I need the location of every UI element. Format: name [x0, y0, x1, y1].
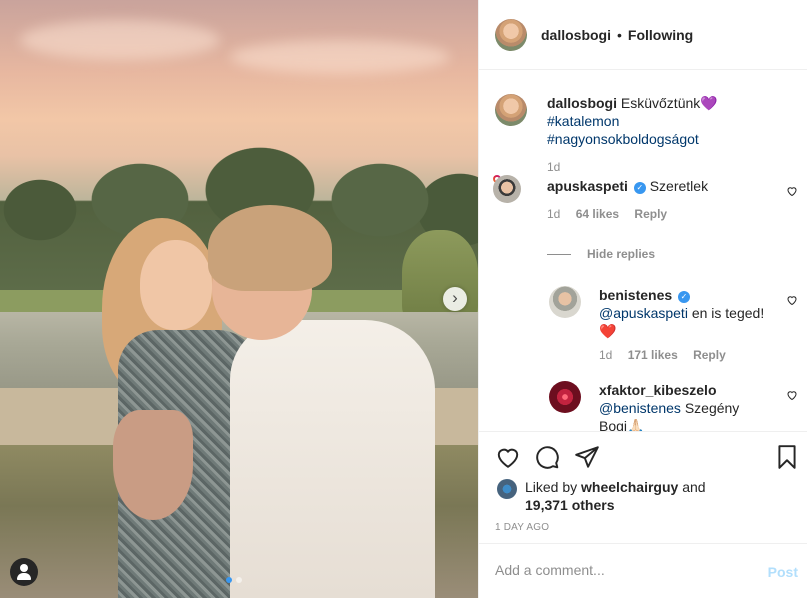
separator-dot: •	[617, 26, 622, 43]
follow-status-button[interactable]: Following	[628, 27, 693, 43]
man-shirt	[230, 320, 435, 598]
user-icon-body	[17, 573, 31, 580]
liker-avatar[interactable]	[497, 479, 517, 499]
reply-text: en is teged!	[691, 305, 765, 321]
caption-body: dallosbogi Esküvőztünk💜#katalemon #nagyo…	[547, 94, 776, 176]
like-heart-icon[interactable]	[495, 444, 521, 470]
author-avatar[interactable]	[495, 18, 527, 51]
carousel-dot	[236, 577, 242, 583]
liker-username[interactable]: wheelchairguy	[581, 479, 678, 495]
comment-username[interactable]: apuskaspeti	[547, 178, 628, 194]
post-side-panel: dallosbogi • Following dallosbogi Esküvő…	[478, 0, 807, 598]
reply-button[interactable]: Reply	[693, 348, 726, 362]
likes-text: Liked by wheelchairguy and 19,371 others	[525, 478, 706, 514]
comment-body: apuskaspeti ✓ Szeretlek 1d 64 likes Repl…	[547, 177, 776, 223]
action-icons	[495, 444, 796, 470]
caption-meta: 1d	[547, 158, 776, 176]
comment-text: Szeretlek	[649, 178, 709, 194]
post-photo[interactable]: ›	[0, 0, 478, 598]
share-paper-plane-icon[interactable]	[574, 444, 600, 470]
post-comment-button[interactable]: Post	[768, 564, 798, 580]
like-reply-heart-icon[interactable]	[786, 294, 798, 306]
reply-text-continued: Bogi🙏🏻	[599, 418, 645, 431]
caption-username[interactable]: dallosbogi	[547, 95, 617, 111]
red-heart-emoji: ❤️	[599, 323, 617, 339]
comment-age[interactable]: 1d	[547, 207, 560, 221]
comment-bubble-icon[interactable]	[534, 444, 560, 470]
add-comment-input[interactable]	[495, 562, 745, 578]
woman-face	[140, 240, 212, 330]
commenter-avatar[interactable]	[549, 381, 581, 413]
reply-text: Szegény	[684, 400, 740, 416]
like-comment-heart-icon[interactable]	[786, 185, 798, 197]
comment-meta: 1d 64 likes Reply	[547, 205, 776, 223]
next-photo-button[interactable]: ›	[443, 287, 467, 311]
tagged-users-button[interactable]	[10, 558, 38, 586]
hide-replies-line	[547, 253, 571, 255]
reply-body: benistenes ✓ @apuskaspeti en is teged! ❤…	[599, 286, 776, 364]
likes-others-link[interactable]: 19,371 others	[525, 497, 615, 513]
add-comment-bar: Post	[479, 543, 807, 598]
hide-replies-label: Hide replies	[587, 247, 656, 261]
likes-joiner: and	[682, 479, 706, 495]
mention-link[interactable]: @benistenes	[599, 400, 681, 416]
caption-text: Esküvőztünk💜	[620, 95, 718, 111]
like-reply-heart-icon[interactable]	[786, 389, 798, 401]
reply-meta: 1d 171 likes Reply	[599, 346, 776, 364]
man-hair	[208, 205, 332, 291]
reply-button[interactable]: Reply	[634, 207, 667, 221]
carousel-indicator	[226, 577, 242, 583]
story-ring-inner	[493, 175, 521, 203]
cloud	[230, 40, 450, 74]
mention-link[interactable]: @apuskaspeti	[599, 305, 688, 321]
comment-likes[interactable]: 64 likes	[576, 207, 619, 221]
carousel-dot-active	[226, 577, 232, 583]
verified-badge-icon: ✓	[633, 182, 646, 194]
reply-body: xfaktor_kibeszelo @benistenes Szegény Bo…	[599, 381, 776, 431]
commenter-avatar[interactable]	[549, 286, 581, 318]
post-timestamp[interactable]: 1 DAY AGO	[495, 522, 549, 533]
story-ring[interactable]	[493, 175, 521, 203]
hashtag-link[interactable]: #katalemon	[547, 113, 619, 129]
user-icon-head	[20, 564, 28, 572]
post-actions: Liked by wheelchairguy and 19,371 others…	[479, 431, 807, 533]
willow-tree	[402, 230, 478, 325]
caption-age[interactable]: 1d	[547, 160, 560, 174]
reply-username[interactable]: benistenes	[599, 287, 672, 303]
reply-age[interactable]: 1d	[599, 348, 612, 362]
hide-replies-button[interactable]: Hide replies	[547, 247, 655, 261]
commenter-avatar	[493, 175, 521, 203]
caption-avatar[interactable]	[495, 94, 527, 126]
comments-list[interactable]: dallosbogi Esküvőztünk💜#katalemon #nagyo…	[479, 71, 807, 431]
likes-summary: Liked by wheelchairguy and 19,371 others	[497, 478, 706, 514]
hashtag-link[interactable]: #nagyonsokboldogságot	[547, 131, 699, 147]
save-bookmark-icon[interactable]	[774, 444, 800, 470]
likes-prefix: Liked by	[525, 479, 578, 495]
reply-username[interactable]: xfaktor_kibeszelo	[599, 382, 717, 398]
post-header: dallosbogi • Following	[479, 0, 807, 70]
author-username[interactable]: dallosbogi	[541, 27, 611, 43]
handbag	[113, 410, 193, 520]
reply-likes[interactable]: 171 likes	[628, 348, 678, 362]
verified-badge-icon: ✓	[678, 291, 691, 303]
cloud	[20, 20, 220, 60]
